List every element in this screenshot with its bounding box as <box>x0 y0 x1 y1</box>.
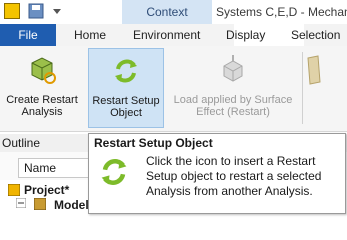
tooltip-body: Click the icon to insert a Restart Setup… <box>146 154 322 198</box>
restart-setup-object-button[interactable]: Restart Setup Object <box>88 48 164 128</box>
name-column-label: Name <box>24 161 57 175</box>
tooltip-title: Restart Setup Object <box>94 136 213 150</box>
ribbon-separator <box>302 52 303 124</box>
tab-file[interactable]: File <box>0 24 56 46</box>
context-tab-header: Context <box>122 0 212 24</box>
save-icon[interactable] <box>28 3 44 19</box>
tab-selection[interactable]: Selection <box>291 24 340 46</box>
restart-cycle-icon <box>108 53 144 89</box>
tab-environment[interactable]: Environment <box>133 24 200 46</box>
tree-item-model[interactable]: Model <box>54 197 89 213</box>
load-applied-by-surface-effect-button[interactable]: Load applied by Surface Effect (Restart) <box>166 48 300 128</box>
tab-display[interactable]: Display <box>226 24 265 46</box>
tab-home[interactable]: Home <box>74 24 106 46</box>
surface-effect-load-icon <box>215 52 251 88</box>
load-applied-by-surface-effect-label: Load applied by Surface Effect (Restart) <box>173 94 293 118</box>
tree-item-project[interactable]: Project* <box>24 182 69 198</box>
app-icon[interactable] <box>4 3 20 19</box>
tree-collapse-icon[interactable] <box>15 197 27 209</box>
tooltip-restart-cycle-icon <box>96 154 132 190</box>
project-icon <box>7 183 21 197</box>
outline-title: Outline <box>2 136 41 150</box>
restart-setup-object-label: Restart Setup Object <box>92 95 160 119</box>
window-title: Systems C,E,D - Mechanic <box>216 5 347 19</box>
overflow-icon <box>306 54 322 86</box>
create-restart-analysis-icon <box>24 52 60 88</box>
model-icon <box>33 197 47 211</box>
quick-access-dropdown-icon[interactable] <box>52 6 62 16</box>
create-restart-analysis-label: Create Restart Analysis <box>6 94 78 118</box>
create-restart-analysis-button[interactable]: Create Restart Analysis <box>2 48 82 128</box>
